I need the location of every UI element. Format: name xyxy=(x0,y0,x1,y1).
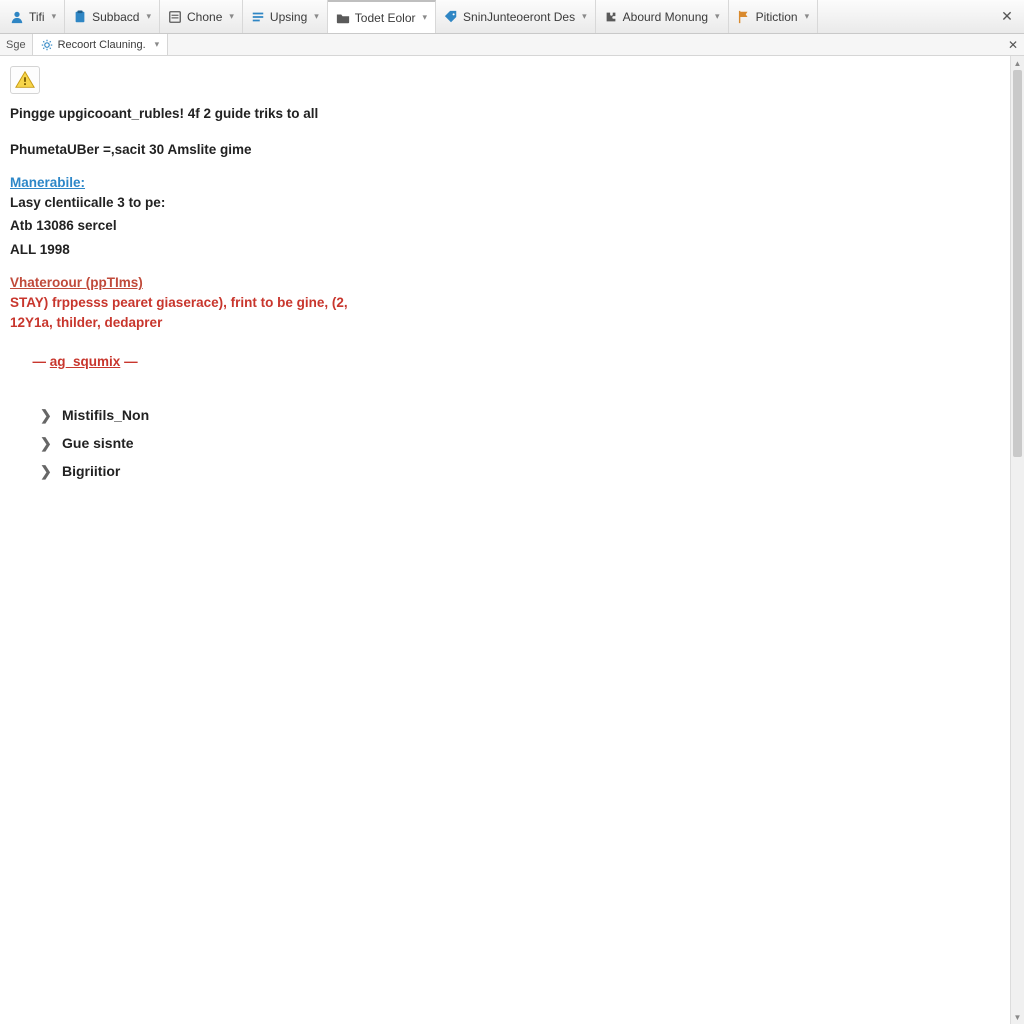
content-area: Pingge upgicooant_rubles! 4f 2 guide tri… xyxy=(0,56,1010,1024)
tabstrip-ghost[interactable]: Sge xyxy=(0,34,33,55)
chevron-down-icon: ▾ xyxy=(314,11,319,22)
gear-icon xyxy=(41,39,53,51)
flag-icon xyxy=(737,10,751,24)
section-b-row-3-prefix: — xyxy=(33,354,50,369)
close-icon: ✕ xyxy=(1001,8,1013,25)
toolbar-item-label: Pitiction xyxy=(756,10,798,24)
main-toolbar: Tifi ▾ Subbacd ▾ Chone ▾ Upsing ▾ Todet … xyxy=(0,0,1024,34)
ag-squmix-link[interactable]: ag_squmix xyxy=(50,354,121,369)
section-b-row-2: 12Y1a, thilder, dedaprer xyxy=(10,313,1000,333)
lines-icon xyxy=(251,10,265,24)
body-line-1: Pingge upgicooant_rubles! 4f 2 guide tri… xyxy=(10,104,1000,124)
toolbar-item-label: Upsing xyxy=(270,10,307,24)
tree-item-bigriitior[interactable]: ❯ Bigriitior xyxy=(40,457,1000,485)
toolbar-item-label: Todet Eolor xyxy=(355,11,416,25)
warning-icon xyxy=(14,69,36,91)
section-manerabile-link[interactable]: Manerabile: xyxy=(10,173,1000,193)
chevron-down-icon: ▾ xyxy=(146,11,151,22)
chevron-down-icon: ▾ xyxy=(805,11,810,22)
folder-icon xyxy=(336,11,350,25)
toolbar-item-pitiction[interactable]: Pitiction ▾ xyxy=(729,0,819,33)
tab-recoort[interactable]: Recoort Clauning. ▾ xyxy=(33,34,169,55)
content-wrapper: Pingge upgicooant_rubles! 4f 2 guide tri… xyxy=(0,56,1024,1024)
tabstrip-ghost-label: Sge xyxy=(6,39,26,51)
caret-right-icon: ❯ xyxy=(40,461,52,481)
tree-item-gue[interactable]: ❯ Gue sisnte xyxy=(40,429,1000,457)
tabstrip-close-button[interactable]: ✕ xyxy=(1002,34,1024,55)
spacer xyxy=(10,128,1000,140)
clipboard-icon xyxy=(73,10,87,24)
tree-item-mistifils[interactable]: ❯ Mistifils_Non xyxy=(40,401,1000,429)
scroll-thumb[interactable] xyxy=(1013,70,1022,457)
tree-view: ❯ Mistifils_Non ❯ Gue sisnte ❯ Bigriitio… xyxy=(10,401,1000,486)
person-icon xyxy=(10,10,24,24)
body-line-2: PhumetaUBer =,sacit 30 Amslite gime xyxy=(10,140,1000,160)
toolbar-item-label: Abourd Monung xyxy=(623,10,708,24)
toolbar-item-upsing[interactable]: Upsing ▾ xyxy=(243,0,328,33)
tree-item-label: Bigriitior xyxy=(62,461,120,481)
scroll-up-button[interactable]: ▲ xyxy=(1011,56,1024,70)
chevron-down-icon: ▾ xyxy=(423,12,428,23)
caret-right-icon: ❯ xyxy=(40,433,52,453)
tab-label: Recoort Clauning. xyxy=(58,39,146,51)
chevron-down-icon: ▾ xyxy=(582,11,587,22)
tree-item-label: Mistifils_Non xyxy=(62,405,149,425)
caret-right-icon: ❯ xyxy=(40,405,52,425)
toolbar-item-todet-eolor[interactable]: Todet Eolor ▾ xyxy=(328,0,436,33)
section-a-row-2: Atb 13086 sercel xyxy=(10,216,1000,236)
toolbar-item-abourd[interactable]: Abourd Monung ▾ xyxy=(596,0,729,33)
tag-icon xyxy=(444,10,458,24)
chevron-down-icon: ▾ xyxy=(52,11,57,22)
section-a-row-1: Lasy clentiicalle 3 to pe: xyxy=(10,193,1000,213)
toolbar-close-button[interactable]: ✕ xyxy=(992,0,1022,33)
chevron-down-icon: ▾ xyxy=(229,11,234,22)
chevron-down-icon: ▾ xyxy=(155,39,160,50)
toolbar-item-tifi[interactable]: Tifi ▾ xyxy=(2,0,65,33)
tree-item-label: Gue sisnte xyxy=(62,433,134,453)
toolbar-item-chone[interactable]: Chone ▾ xyxy=(160,0,243,33)
section-b-row-1: STAY) frppesss pearet giaserace), frint … xyxy=(10,293,1000,313)
section-b-row-3-suffix: — xyxy=(120,354,137,369)
vertical-scrollbar[interactable]: ▲ ▼ xyxy=(1010,56,1024,1024)
toolbar-item-label: Tifi xyxy=(29,10,45,24)
toolbar-item-label: Chone xyxy=(187,10,222,24)
close-icon: ✕ xyxy=(1008,38,1018,52)
tabstrip: Sge Recoort Clauning. ▾ ✕ xyxy=(0,34,1024,56)
list-icon xyxy=(168,10,182,24)
toolbar-item-label: Subbacd xyxy=(92,10,139,24)
scroll-down-button[interactable]: ▼ xyxy=(1011,1010,1024,1024)
toolbar-item-sninj[interactable]: SninJunteoeront Des ▾ xyxy=(436,0,596,33)
toolbar-item-subbacd[interactable]: Subbacd ▾ xyxy=(65,0,160,33)
section-vhateroour-link[interactable]: Vhateroour (ppTIms) xyxy=(10,273,1000,293)
section-a-row-3: ALL 1998 xyxy=(10,240,1000,260)
warning-badge[interactable] xyxy=(10,66,40,94)
puzzle-icon xyxy=(604,10,618,24)
section-b-row-3: — ag_squmix — xyxy=(10,332,1000,391)
toolbar-item-label: SninJunteoeront Des xyxy=(463,10,575,24)
chevron-down-icon: ▾ xyxy=(715,11,720,22)
